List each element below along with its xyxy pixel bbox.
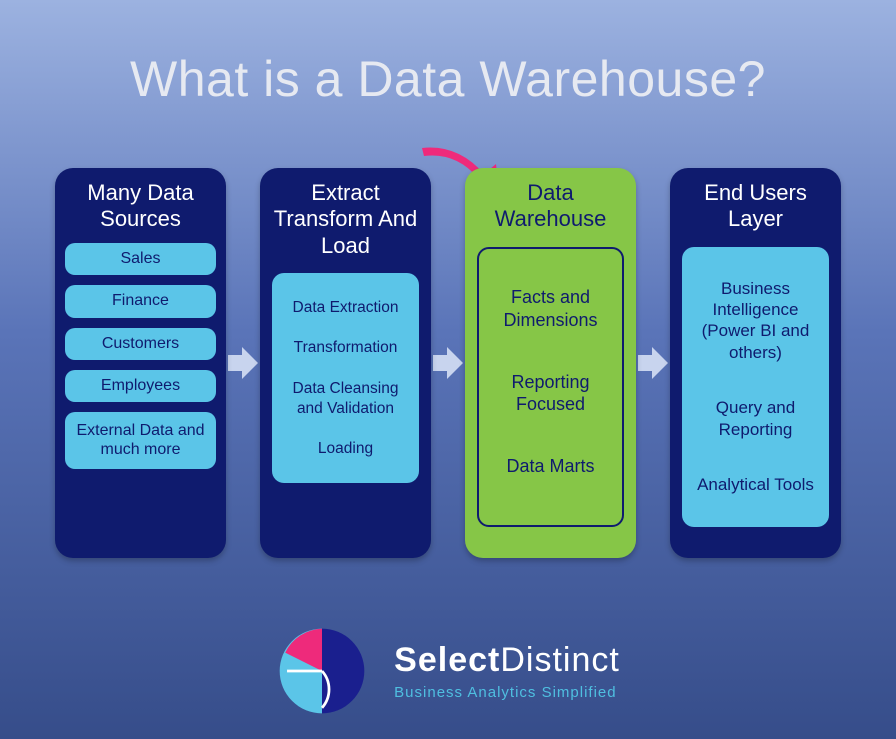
enduser-item: Query and Reporting xyxy=(692,397,819,440)
brand-name-light: Distinct xyxy=(500,641,619,679)
card-sources-list: Sales Finance Customers Employees Extern… xyxy=(55,243,226,469)
etl-step: Data Extraction xyxy=(282,298,409,317)
card-warehouse-title: Data Warehouse xyxy=(465,168,636,243)
brand-logo-icon xyxy=(276,625,368,717)
brand-name: SelectDistinct xyxy=(394,641,620,680)
arrow-right-icon xyxy=(226,343,260,383)
flow-arrow-1 xyxy=(226,168,260,558)
card-sources: Many Data Sources Sales Finance Customer… xyxy=(55,168,226,558)
card-warehouse-box: Facts and Dimensions Reporting Focused D… xyxy=(477,247,624,527)
card-endusers-box: Business Intelligence (Power BI and othe… xyxy=(682,247,829,527)
flow-arrow-2 xyxy=(431,168,465,558)
card-endusers: End Users Layer Business Intelligence (P… xyxy=(670,168,841,558)
source-pill: External Data and much more xyxy=(65,412,216,469)
card-etl: Extract Transform And Load Data Extracti… xyxy=(260,168,431,558)
source-pill: Employees xyxy=(65,370,216,402)
brand-text: SelectDistinct Business Analytics Simpli… xyxy=(394,641,620,701)
brand-name-bold: Select xyxy=(394,641,500,679)
warehouse-item: Reporting Focused xyxy=(489,371,612,416)
arrow-right-icon xyxy=(636,343,670,383)
etl-step: Loading xyxy=(282,439,409,458)
warehouse-item: Data Marts xyxy=(489,455,612,478)
card-endusers-title: End Users Layer xyxy=(670,168,841,243)
source-pill: Customers xyxy=(65,328,216,360)
card-etl-box: Data Extraction Transformation Data Clea… xyxy=(272,273,419,483)
source-pill: Sales xyxy=(65,243,216,275)
enduser-item: Analytical Tools xyxy=(692,474,819,495)
etl-step: Transformation xyxy=(282,338,409,357)
flow-row: Many Data Sources Sales Finance Customer… xyxy=(0,168,896,558)
card-warehouse: Data Warehouse Facts and Dimensions Repo… xyxy=(465,168,636,558)
etl-step: Data Cleansing and Validation xyxy=(282,379,409,418)
card-etl-title: Extract Transform And Load xyxy=(260,168,431,269)
page-title: What is a Data Warehouse? xyxy=(0,0,896,108)
flow-arrow-3 xyxy=(636,168,670,558)
enduser-item: Business Intelligence (Power BI and othe… xyxy=(692,278,819,363)
brand-tagline: Business Analytics Simplified xyxy=(394,684,620,701)
card-sources-title: Many Data Sources xyxy=(55,168,226,243)
source-pill: Finance xyxy=(65,285,216,317)
footer-brand: SelectDistinct Business Analytics Simpli… xyxy=(0,625,896,717)
arrow-right-icon xyxy=(431,343,465,383)
warehouse-item: Facts and Dimensions xyxy=(489,286,612,331)
